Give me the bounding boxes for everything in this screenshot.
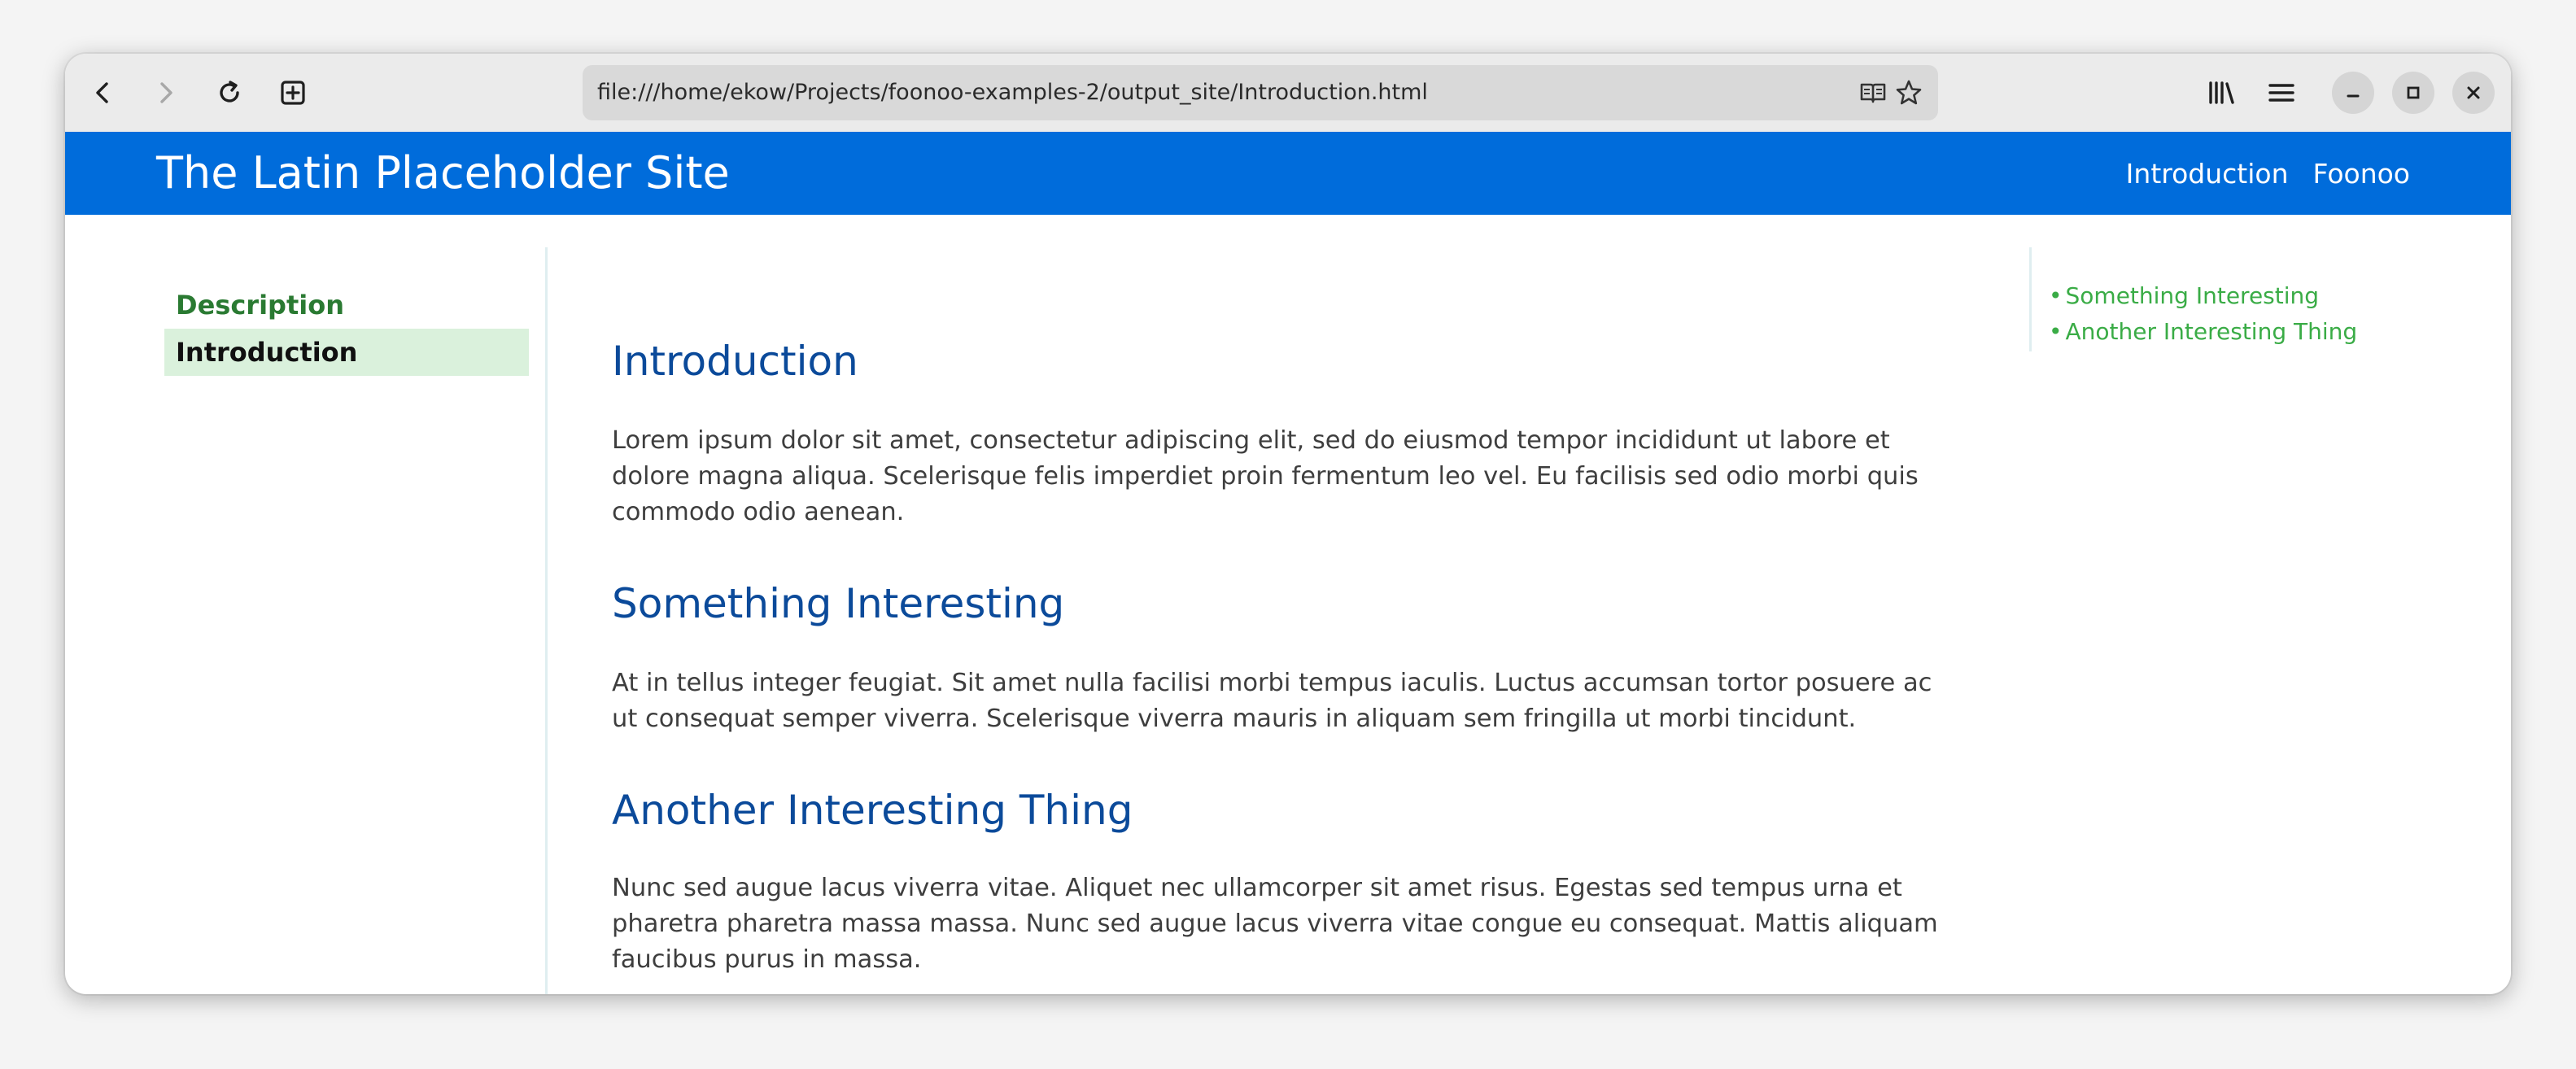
reload-icon[interactable] [203, 67, 255, 119]
close-icon[interactable] [2452, 72, 2495, 114]
toc-link-something-interesting[interactable]: Something Interesting [2066, 282, 2320, 309]
site-nav: Introduction Foonoo [2126, 132, 2410, 215]
sidebar-item-description[interactable]: Description [164, 281, 529, 329]
library-icon[interactable] [2195, 67, 2247, 119]
toc-item[interactable]: • Another Interesting Thing [2049, 314, 2357, 350]
section-paragraph: At in tellus integer feugiat. Sit amet n… [612, 669, 1932, 733]
url-text[interactable]: file:///home/ekow/Projects/foonoo-exampl… [597, 65, 1428, 120]
sidebar-divider [545, 247, 548, 994]
star-icon[interactable] [1893, 76, 1925, 109]
browser-window: file:///home/ekow/Projects/foonoo-exampl… [65, 54, 2511, 994]
intro-paragraph: Lorem ipsum dolor sit amet, consectetur … [612, 426, 1919, 526]
hamburger-menu-icon[interactable] [2255, 67, 2307, 119]
section-heading: Another Interesting Thing [612, 787, 1133, 834]
back-arrow-icon[interactable] [76, 67, 129, 119]
nav-link-introduction[interactable]: Introduction [2126, 158, 2289, 190]
maximize-icon[interactable] [2392, 72, 2434, 114]
page-title: Introduction [612, 338, 858, 385]
sidebar-item-introduction[interactable]: Introduction [164, 329, 529, 376]
site-header: The Latin Placeholder Site Introduction … [65, 132, 2511, 215]
section-heading: Something Interesting [612, 580, 1065, 627]
toc-item[interactable]: • Something Interesting [2049, 278, 2357, 314]
browser-toolbar: file:///home/ekow/Projects/foonoo-exampl… [65, 54, 2511, 133]
forward-arrow-icon[interactable] [140, 67, 192, 119]
sidebar-nav: Description Introduction [164, 281, 529, 376]
table-of-contents: • Something Interesting • Another Interest… [2049, 278, 2357, 350]
bullet-icon: • [2049, 318, 2063, 345]
toc-divider [2029, 247, 2032, 351]
reader-view-icon[interactable] [1857, 76, 1889, 109]
address-bar[interactable]: file:///home/ekow/Projects/foonoo-exampl… [583, 65, 1938, 120]
toc-link-another-interesting-thing[interactable]: Another Interesting Thing [2066, 318, 2358, 345]
site-title[interactable]: The Latin Placeholder Site [156, 132, 730, 215]
section-paragraph: Nunc sed augue lacus viverra vitae. Aliq… [612, 874, 1938, 974]
new-tab-plus-icon[interactable] [267, 67, 319, 119]
bullet-icon: • [2049, 282, 2063, 309]
nav-link-foonoo[interactable]: Foonoo [2313, 158, 2410, 190]
minimize-icon[interactable] [2332, 72, 2374, 114]
